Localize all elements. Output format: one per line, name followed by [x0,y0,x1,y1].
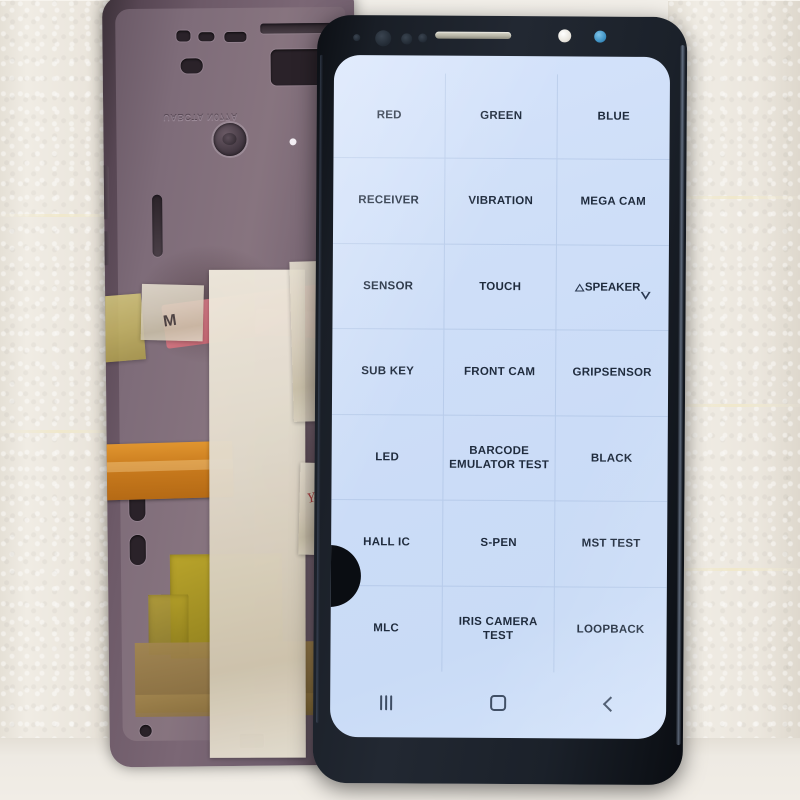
foam-block-right [668,0,800,752]
test-button-label: GREEN [480,109,523,123]
chassis-mic-cutout [180,58,203,74]
test-button-label: VIBRATION [468,195,534,208]
test-button-red[interactable]: RED [333,72,446,160]
test-button-iris-camera-test[interactable]: IRIS CAMERA TEST [442,586,555,673]
test-button-label: RECEIVER [358,194,420,207]
foam-seam-5 [0,430,120,433]
photo-scene: UABCTA N077A Yavu M [0,0,800,800]
test-button-black[interactable]: BLACK [555,416,668,503]
ir-led-icon [418,33,428,43]
speaker-label-text: SPEAKER [584,281,641,294]
test-button-label: GRIPSENSOR [572,366,652,380]
test-button-gripsensor[interactable]: GRIPSENSOR [555,330,669,417]
test-button-receiver[interactable]: RECEIVER [332,158,446,245]
iris-camera-icon [594,30,607,43]
test-button-sensor[interactable]: SENSOR [332,243,445,330]
test-button-mega-cam[interactable]: MEGA CAM [556,159,670,246]
kapton-tape-left [101,293,147,363]
test-button-label-speaker: SPEAKER [575,280,651,295]
foam-seam-1 [668,196,800,199]
test-button-label: BLACK [590,452,633,465]
phone-screen: RED GREEN BLUE RECEIVER VIBRATION MEGA C… [329,54,671,740]
test-button-loopback[interactable]: LOOPBACK [554,587,667,673]
back-icon [602,695,618,712]
chassis-embossed-text: UABCTA N077A [163,112,239,124]
foam-seam-3 [668,568,800,571]
chassis-screw-hole [139,724,152,737]
triangle-down-icon [640,284,650,292]
test-button-label: HALL IC [363,536,411,549]
test-button-speaker[interactable]: SPEAKER [556,245,669,332]
back-button[interactable] [575,686,645,720]
light-sensor-icon [401,33,413,45]
chassis-camera-hole [213,122,247,157]
test-button-label: BARCODE EMULATOR TEST [449,444,550,472]
home-button[interactable] [463,686,533,720]
test-button-label: BLUE [597,110,630,123]
test-button-barcode-emulator-test[interactable]: BARCODE EMULATOR TEST [443,415,556,502]
test-button-vibration[interactable]: VIBRATION [444,159,558,246]
proximity-sensor-icon [353,34,361,42]
front-camera-icon [558,29,572,43]
recents-icon [380,694,393,710]
iris-scanner-icon [375,30,392,47]
navigation-bar [330,675,666,731]
test-button-touch[interactable]: TOUCH [444,244,557,331]
foam-block-left [0,0,120,760]
test-button-label: SENSOR [363,280,414,293]
chassis-side-slot [152,194,163,257]
home-icon [490,694,507,712]
phone-front-assembly: RED GREEN BLUE RECEIVER VIBRATION MEGA C… [312,14,688,786]
test-button-mst-test[interactable]: MST TEST [554,501,668,588]
test-button-label: MST TEST [581,537,641,551]
chassis-sensor-cutout-2 [198,32,215,42]
triangle-up-icon [575,283,585,291]
test-button-green[interactable]: GREEN [445,73,558,160]
recents-button[interactable] [351,685,421,719]
service-mode-test-grid: RED GREEN BLUE RECEIVER VIBRATION MEGA C… [330,72,670,673]
test-button-label: LOOPBACK [576,623,645,636]
test-button-label: SUB KEY [361,365,415,378]
chassis-white-speck [289,138,297,146]
test-button-label: S-PEN [480,537,517,550]
tape-mark: M [162,311,178,331]
test-button-label: LED [375,450,400,464]
chassis-slot-short [129,534,146,566]
test-button-label: IRIS CAMERA TEST [458,615,538,643]
test-button-label: FRONT CAM [464,366,536,379]
test-button-label: TOUCH [479,280,522,294]
test-button-led[interactable]: LED [331,414,444,501]
test-button-label: RED [376,109,402,122]
test-button-s-pen[interactable]: S-PEN [442,500,556,587]
test-button-label: MEGA CAM [580,195,646,209]
test-button-label: MLC [373,622,399,635]
chassis-sensor-cutout-1 [176,30,191,42]
earpiece-icon [435,31,512,40]
test-button-sub-key[interactable]: SUB KEY [331,329,445,416]
foam-seam-2 [668,404,800,407]
foam-seam-4 [0,214,120,217]
chassis-sensor-cutout-3 [224,31,247,43]
test-button-front-cam[interactable]: FRONT CAM [443,329,557,417]
test-button-blue[interactable]: BLUE [557,74,670,161]
